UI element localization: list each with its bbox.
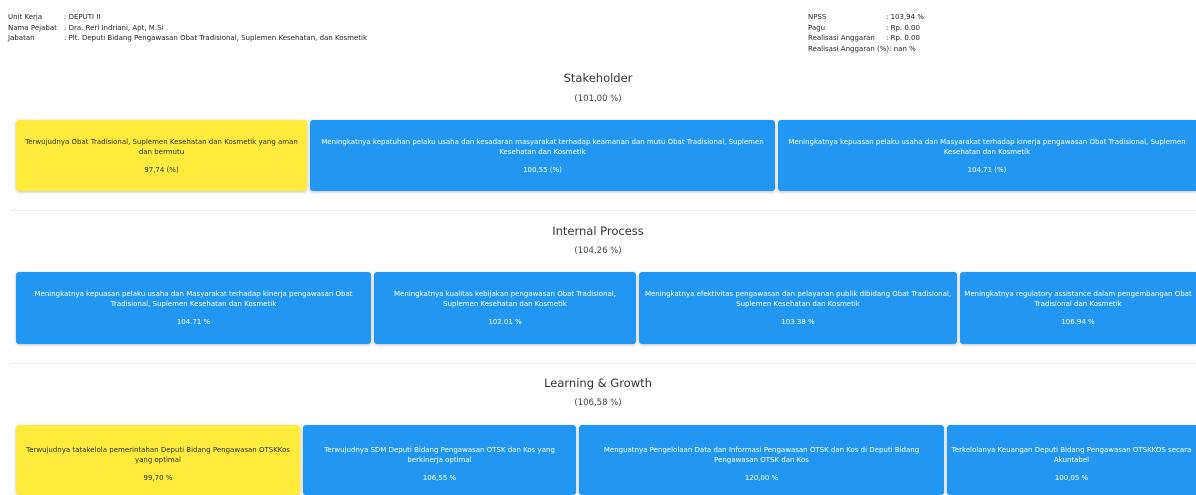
info-label: Unit Kerja: [8, 13, 43, 21]
section-percent-learning-growth: (106,58 %): [574, 398, 622, 408]
info-label: Realisasi Anggaran: [808, 34, 875, 42]
card-value: 103.38 %: [781, 318, 815, 326]
info-row-realisasi-anggaran-pct: Realisasi Anggaran (%): nan %: [808, 44, 924, 55]
info-label: Pagu: [808, 23, 826, 32]
learning-growth-card-3[interactable]: Menguatnya Pengelolaan Data dan Informas…: [579, 425, 944, 495]
card-value: 100,55 (%): [523, 165, 562, 174]
info-value: : DEPUTI II: [64, 13, 101, 21]
info-row-npss: NPSS : 103,94 %: [808, 12, 924, 23]
card-value: 120,00 %: [744, 474, 779, 482]
learning-growth-card-1[interactable]: Terwujudnya tatakelola pemerintahan Depu…: [16, 425, 300, 495]
pejabat-info: Unit Kerja : DEPUTI II Nama Pejabat : Dra.…: [8, 12, 367, 44]
learning-growth-card-4[interactable]: Terkelolanya Keuangan Deputi Bidang Peng…: [947, 425, 1196, 495]
card-value: 97,74 (%): [144, 165, 179, 174]
info-value: : Rp. 0.00: [886, 23, 920, 32]
info-row-nama-pejabat: Nama Pejabat : Dra. Reri Indriani, Apt, M…: [8, 23, 367, 34]
stakeholder-card-3[interactable]: Meningkatnya kepuasan pelaku usaha dan M…: [778, 120, 1196, 191]
card-value: 104.71 %: [176, 318, 211, 326]
card-title: Terwujudnya tatakelola pemerintahan Depu…: [26, 446, 290, 464]
section-title-stakeholder: Stakeholder: [563, 71, 633, 85]
card-title: Meningkatnya efektivitas pengawasan dan …: [644, 290, 952, 308]
info-row-unit-kerja: Unit Kerja : DEPUTI II: [8, 12, 367, 23]
section-title-learning-growth: Learning & Growth: [544, 376, 652, 390]
info-value: : Dra. Reri Indriani, Apt, M.Si: [64, 23, 164, 32]
info-value: : 103,94 %: [886, 13, 924, 21]
section-divider: [10, 363, 1196, 364]
learning-growth-card-2[interactable]: Terwujudnya SDM Deputi Bidang Pengawasan…: [303, 425, 576, 495]
card-title: Meningkatnya kepuasan pelaku usaha dan M…: [788, 137, 1186, 156]
info-row-realisasi-anggaran: Realisasi Anggaran : Rp. 0.00: [808, 33, 924, 44]
card-title: Terwujudnya Obat Tradisional, Suplemen K…: [25, 137, 298, 156]
card-value: 106.94 %: [1061, 318, 1095, 326]
budget-info: NPSS : 103,94 % Pagu : Rp. 0.00 Realisasi …: [808, 12, 924, 54]
card-value: 99,70 %: [143, 474, 173, 482]
internal-process-card-2[interactable]: Meningkatnya kualitas kebijakan pengawas…: [374, 272, 636, 344]
info-value: : Plt. Deputi Bidang Pengawasan Obat Tra…: [64, 34, 368, 42]
info-row-jabatan: Jabatan : Plt. Deputi Bidang Pengawasan O…: [8, 33, 367, 44]
card-title: Meningkatnya kualitas kebijakan pengawas…: [394, 290, 616, 308]
card-title: Meningkatnya regulatory assistance dalam…: [964, 290, 1192, 308]
stakeholder-card-1[interactable]: Terwujudnya Obat Tradisional, Suplemen K…: [16, 120, 307, 191]
info-value: : Rp. 0.00: [886, 34, 920, 42]
info-label: Realisasi Anggaran (%): [808, 44, 890, 53]
card-value: 100,05 %: [1054, 474, 1089, 482]
info-label: Jabatan: [8, 34, 35, 42]
info-label: Nama Pejabat: [8, 23, 57, 32]
section-percent-internal-process: (104,26 %): [574, 246, 622, 256]
card-title: Terkelolanya Keuangan Deputi Bidang Peng…: [951, 446, 1192, 464]
section-divider: [10, 210, 1196, 211]
info-value: : nan %: [889, 44, 916, 53]
card-title: Terwujudnya SDM Deputi Bidang Pengawasan…: [324, 446, 555, 464]
card-title: Meningkatnya kepatuhan pelaku usaha dan …: [321, 137, 764, 156]
stakeholder-card-2[interactable]: Meningkatnya kepatuhan pelaku usaha dan …: [310, 120, 775, 191]
internal-process-card-3[interactable]: Meningkatnya efektivitas pengawasan dan …: [639, 272, 957, 344]
info-row-pagu: Pagu : Rp. 0.00: [808, 23, 924, 34]
card-value: 102.01 %: [488, 318, 522, 326]
internal-process-card-4[interactable]: Meningkatnya regulatory assistance dalam…: [960, 272, 1196, 344]
section-title-internal-process: Internal Process: [552, 224, 644, 238]
info-label: NPSS: [808, 13, 827, 21]
card-title: Meningkatnya kepuasan pelaku usaha dan M…: [34, 290, 353, 308]
card-value: 104,71 (%): [967, 165, 1007, 174]
internal-process-card-1[interactable]: Meningkatnya kepuasan pelaku usaha dan M…: [16, 272, 371, 344]
section-percent-stakeholder: (101,00 %): [574, 94, 622, 104]
card-value: 106,55 %: [422, 474, 457, 482]
card-title: Menguatnya Pengelolaan Data dan Informas…: [603, 446, 920, 464]
